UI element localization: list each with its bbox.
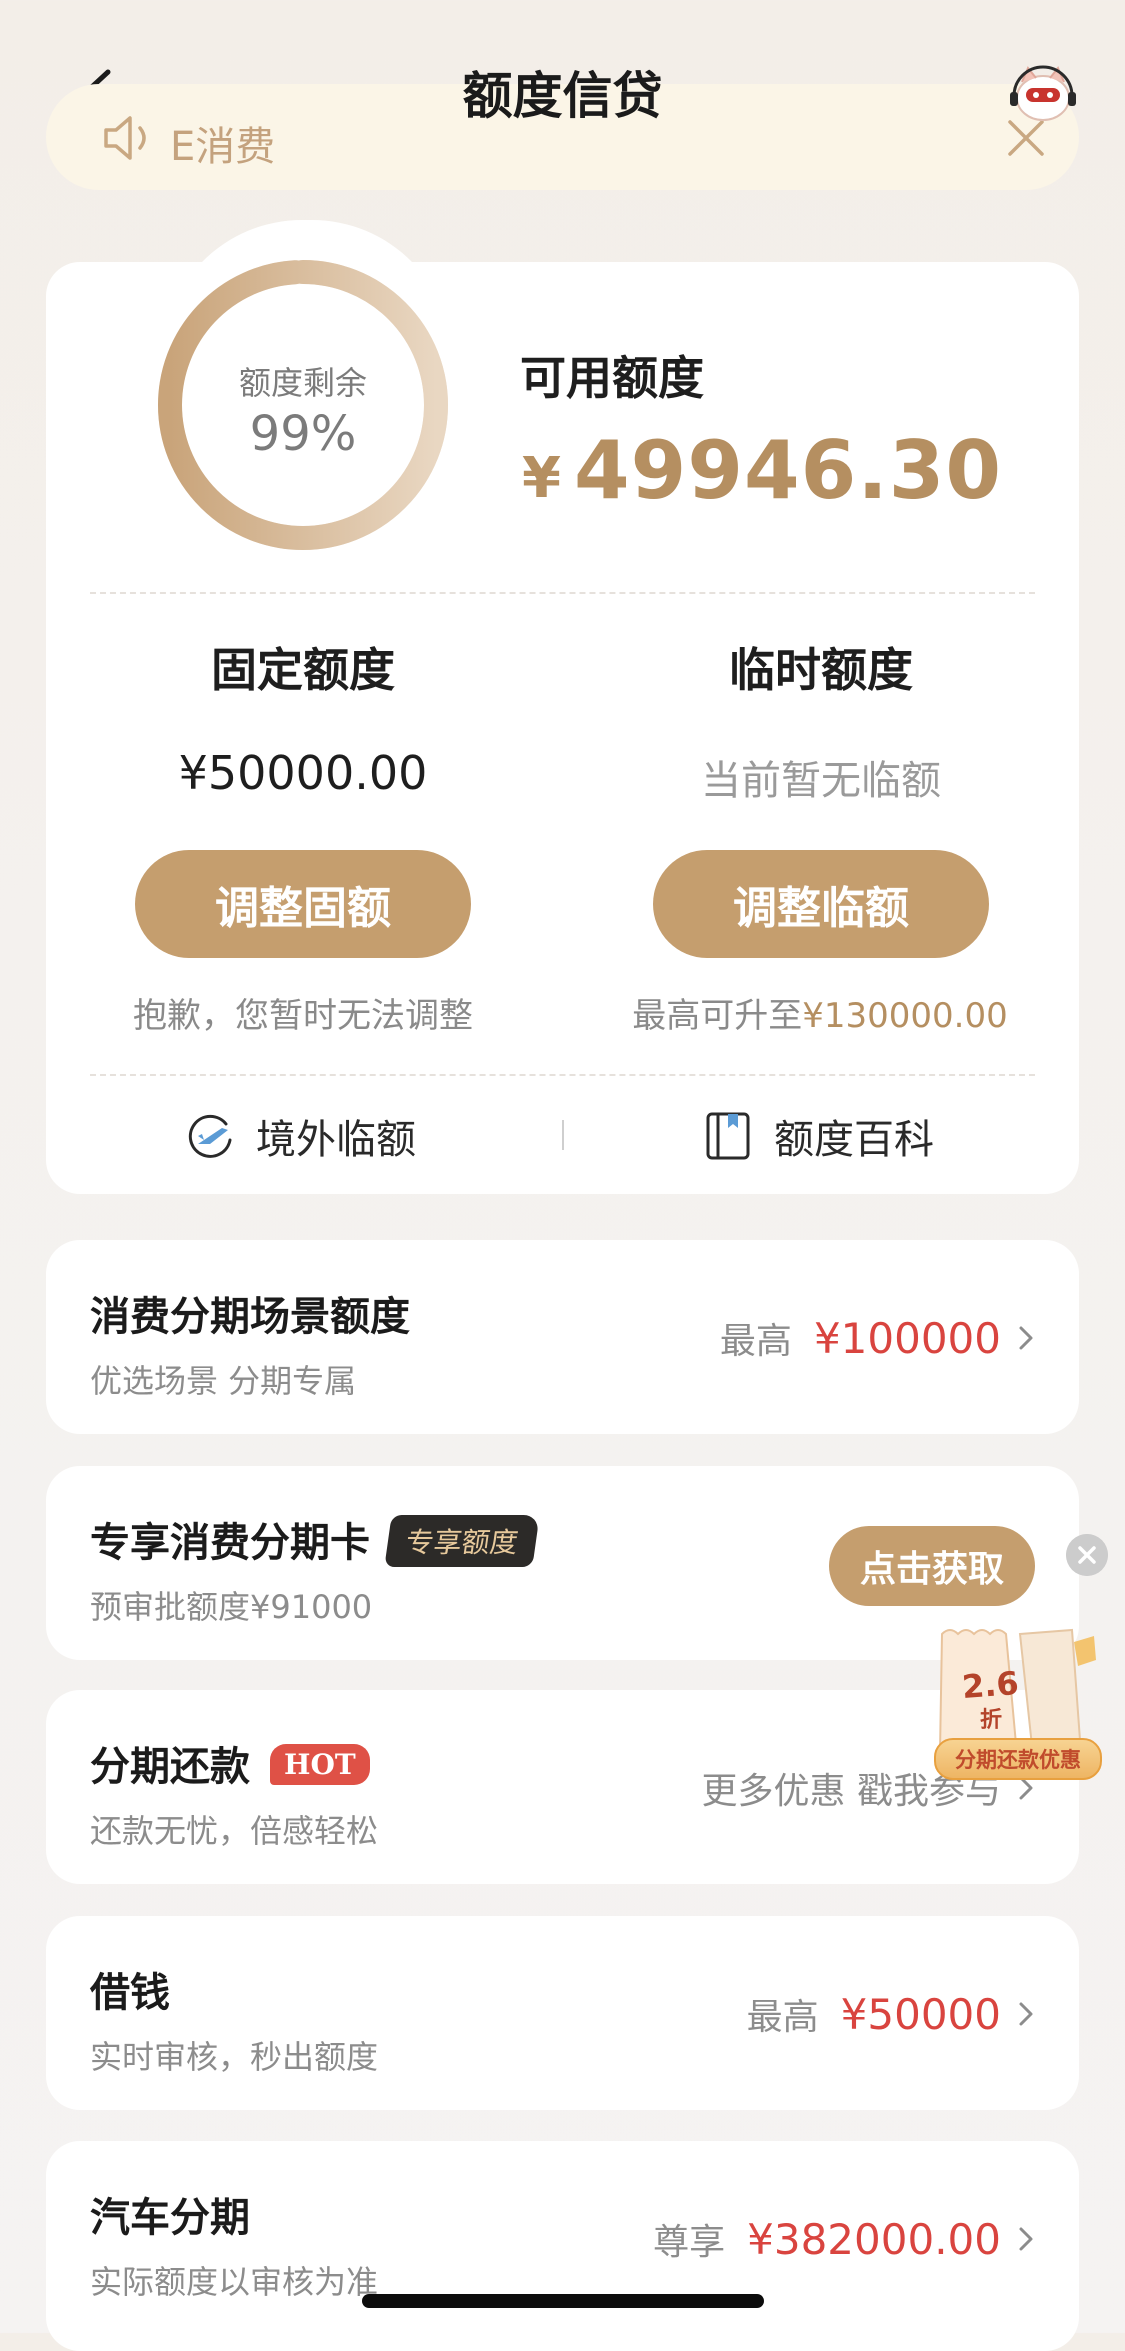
adjust-temp-button[interactable]: 调整临额: [653, 850, 989, 958]
hot-badge: HOT: [270, 1744, 370, 1785]
promo-discount-unit: 折: [980, 1708, 1003, 1733]
list-item-car-loan[interactable]: 汽车分期 实际额度以审核为准 尊享 ¥382000.00: [46, 2141, 1079, 2351]
row-subtitle: 实时审核，秒出额度: [90, 2038, 379, 2076]
adjust-fixed-button[interactable]: 调整固额: [135, 850, 471, 958]
row-amount: 最高 ¥100000: [720, 1312, 1001, 1364]
row-title: 消费分期场景额度: [90, 1294, 410, 1340]
row-title-text: 专享消费分期卡: [90, 1520, 370, 1566]
row-amount: 尊享 ¥382000.00: [653, 2213, 1001, 2265]
currency-symbol: ¥: [522, 446, 561, 511]
promo-discount-number: 2.6: [960, 1664, 1020, 1706]
row-amount-value: ¥382000.00: [747, 2215, 1001, 2264]
chevron-right-icon: [1019, 2002, 1033, 2026]
row-title: 专享消费分期卡 专享额度: [90, 1510, 540, 1568]
row-amount: 最高 ¥50000: [747, 1988, 1001, 2040]
ring-percent: 99%: [249, 406, 357, 462]
row-subtitle: 优选场景 分期专属: [90, 1362, 357, 1400]
list-item-installment-repay[interactable]: 分期还款 HOT 还款无忧，倍感轻松 更多优惠 戳我参与: [46, 1690, 1079, 1884]
row-title: 汽车分期: [90, 2195, 250, 2241]
list-item-installment-scene[interactable]: 消费分期场景额度 优选场景 分期专属 最高 ¥100000: [46, 1240, 1079, 1434]
close-icon[interactable]: [1066, 1534, 1108, 1576]
temp-note-value: ¥130000.00: [802, 996, 1008, 1036]
ring-progress: [158, 260, 448, 550]
get-button[interactable]: 点击获取: [829, 1526, 1035, 1606]
row-amount-value: ¥100000: [813, 1314, 1001, 1363]
book-icon: [706, 1112, 750, 1160]
row-subtitle: 预审批额度¥91000: [90, 1588, 373, 1626]
exclusive-badge: 专享额度: [384, 1515, 540, 1567]
promo-label[interactable]: 分期还款优惠: [934, 1738, 1102, 1780]
divider: [90, 1074, 1035, 1076]
chevron-right-icon: [1019, 1326, 1033, 1350]
row-amount-prefix: 最高: [746, 1997, 819, 2038]
row-subtitle: 实际额度以审核为准: [90, 2263, 379, 2301]
row-title: 借钱: [90, 1970, 170, 2016]
row-title: 分期还款 HOT: [90, 1734, 370, 1792]
row-amount-prefix: 尊享: [653, 2222, 726, 2263]
ring-label: 额度剩余: [238, 364, 367, 402]
separator: [562, 1120, 564, 1150]
page-title: 额度信贷: [462, 67, 663, 125]
available-quota-value: 49946.30: [574, 424, 1003, 517]
row-amount-value: ¥50000: [840, 1990, 1001, 2039]
row-title-text: 分期还款: [90, 1744, 250, 1790]
overseas-quota-link[interactable]: 境外临额: [184, 1108, 416, 1164]
temp-quota-title: 临时额度: [729, 643, 913, 697]
quota-wiki-link[interactable]: 额度百科: [702, 1108, 934, 1164]
list-item-exclusive-card[interactable]: 专享消费分期卡 专享额度 预审批额度¥91000 点击获取: [46, 1466, 1079, 1660]
divider: [90, 592, 1035, 594]
temp-note-prefix: 最高可升至: [632, 996, 803, 1036]
list-item-borrow[interactable]: 借钱 实时审核，秒出额度 最高 ¥50000: [46, 1916, 1079, 2110]
available-quota-label: 可用额度: [520, 351, 704, 405]
row-amount-prefix: 最高: [719, 1321, 792, 1362]
plane-globe-icon: [188, 1114, 232, 1158]
row-subtitle: 还款无忧，倍感轻松: [90, 1812, 379, 1850]
remaining-quota-ring: [158, 260, 448, 550]
home-indicator[interactable]: [362, 2294, 764, 2308]
fixed-quota-title: 固定额度: [211, 643, 395, 697]
overseas-quota-label: 境外临额: [256, 1117, 416, 1163]
fixed-quota-note: 抱歉，您暂时无法调整: [133, 996, 473, 1036]
temp-quota-note: 最高可升至¥130000.00: [560, 988, 1080, 1037]
fixed-quota-amount: ¥50000.00: [178, 746, 428, 800]
mascot-service-icon[interactable]: [1008, 62, 1078, 124]
temp-quota-amount: 当前暂无临额: [701, 758, 941, 804]
quota-wiki-label: 额度百科: [774, 1117, 934, 1163]
chevron-right-icon: [1019, 2227, 1033, 2251]
